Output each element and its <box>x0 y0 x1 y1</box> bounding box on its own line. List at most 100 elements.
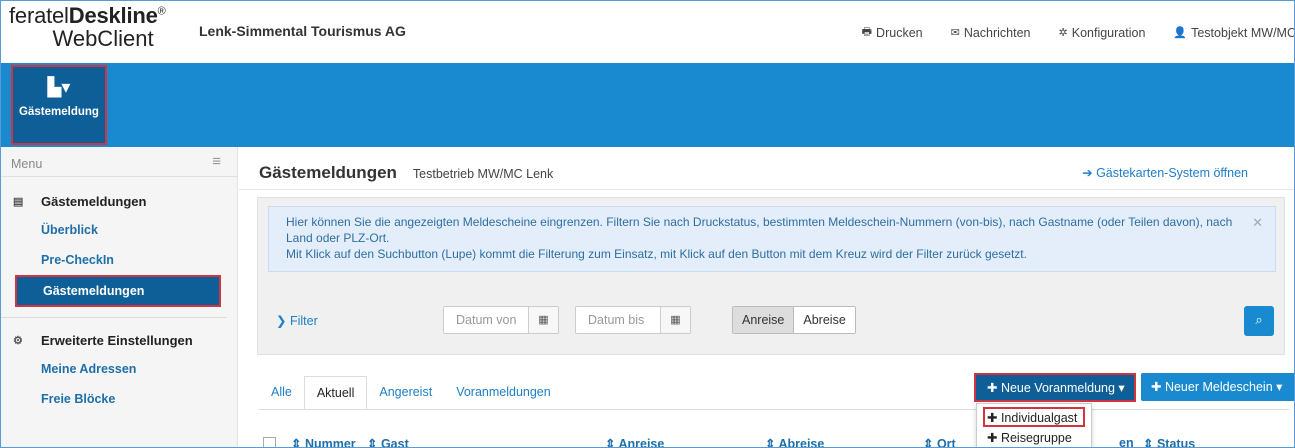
user-name: Testobjekt MW/MC <box>1191 25 1295 40</box>
column-header-partial[interactable]: en <box>1119 436 1134 448</box>
sidebar-item-my-addresses[interactable]: Meine Adressen <box>1 354 237 384</box>
logo-text-light: feratel <box>9 3 69 28</box>
sidebar-menu-header: Menu ≡ <box>1 147 237 177</box>
page-header: Gästemeldungen Testbetrieb MW/MC Lenk <box>259 163 553 183</box>
dropdown-item-label: Individualgast <box>1000 411 1078 425</box>
top-header: feratelDeskline® WebClient Lenk-Simmenta… <box>1 1 1295 63</box>
sidebar-section-advanced-settings: ⚙ Erweiterte Einstellungen <box>1 326 237 354</box>
print-link[interactable]: 🖶 Drucken <box>862 23 923 42</box>
module-button-label: Gästemeldung <box>19 106 99 118</box>
plus-icon: ✚ <box>987 381 1001 395</box>
info-text-2: Mit Klick auf den Suchbutton (Lupe) komm… <box>286 247 1027 261</box>
module-bar <box>1 63 1294 147</box>
messages-link-label: Nachrichten <box>963 25 1031 40</box>
calendar-icon[interactable]: ▦ <box>528 307 558 333</box>
search-icon: ⌕ <box>1255 312 1263 327</box>
sidebar-section-title: Gästemeldungen <box>41 193 147 209</box>
column-header-arrival[interactable]: ⇕ Anreise <box>605 436 665 448</box>
print-link-label: Drucken <box>876 25 923 40</box>
company-name: Lenk-Simmental Tourismus AG <box>199 23 406 39</box>
date-to-placeholder: Datum bis <box>588 313 645 327</box>
filter-row: ❯ Filter Datum von ▦ Datum bis ▦ Anreise… <box>258 306 1286 336</box>
new-pre-registration-button[interactable]: ✚ Neue Voranmeldung ▾ <box>974 373 1136 402</box>
header-divider <box>239 189 1294 190</box>
date-type-toggle: Anreise Abreise <box>732 306 856 334</box>
column-number-label: Nummer <box>304 437 356 448</box>
guest-card-system-link[interactable]: ➔ Gästekarten-System öffnen <box>1082 165 1248 180</box>
caret-down-icon: ▾ <box>1272 380 1283 394</box>
main-content: Gästemeldungen Testbetrieb MW/MC Lenk ➔ … <box>239 147 1294 448</box>
sidebar-item-guest-registrations[interactable]: Gästemeldungen <box>15 275 221 307</box>
documents-dropdown-icon: ▙▾ <box>47 77 71 97</box>
feratel-logo[interactable]: feratelDeskline® WebClient <box>9 5 166 50</box>
page-title: Gästemeldungen <box>259 163 397 182</box>
arrow-right-icon: ➔ <box>1082 166 1097 180</box>
filter-toggle-label: Filter <box>289 314 318 328</box>
column-arrival-label: Anreise <box>618 437 665 448</box>
configuration-link[interactable]: ✲ Konfiguration <box>1059 23 1146 42</box>
column-partial-label: en <box>1119 436 1134 448</box>
column-guest-label: Gast <box>380 437 409 448</box>
select-all-checkbox[interactable] <box>263 437 276 447</box>
plus-icon: ✚ <box>987 411 1001 425</box>
sidebar-divider <box>1 317 227 318</box>
date-from-placeholder: Datum von <box>456 313 517 327</box>
tab-current[interactable]: Aktuell <box>303 376 368 410</box>
column-header-status[interactable]: ⇕ Status <box>1143 436 1196 448</box>
departure-toggle[interactable]: Abreise <box>794 307 855 333</box>
table-header: ⇕ Nummer ⇕ Gast ⇕ Anreise ⇕ Abreise ⇕ Or… <box>259 436 1289 448</box>
logo-subtitle: WebClient <box>52 26 154 51</box>
new-pre-registration-label: Neue Voranmeldung <box>1000 381 1115 395</box>
hamburger-icon[interactable]: ≡ <box>212 153 221 170</box>
tab-bar: Alle Aktuell Angereist Voranmeldungen <box>259 376 563 410</box>
filter-toggle[interactable]: ❯ Filter <box>276 313 318 328</box>
cogs-icon: ⚙ <box>13 334 23 347</box>
gear-icon: ✲ <box>1058 27 1068 39</box>
tab-pre-registrations[interactable]: Voranmeldungen <box>444 376 563 410</box>
column-location-label: Ort <box>936 437 956 448</box>
column-header-number[interactable]: ⇕ Nummer <box>291 436 356 448</box>
chevron-right-icon: ❯ <box>276 314 290 328</box>
column-departure-label: Abreise <box>778 437 825 448</box>
top-nav: 🖶 Drucken ✉ Nachrichten ✲ Konfiguration 👤 Te… <box>834 23 1295 42</box>
user-icon: 👤 <box>1173 27 1188 39</box>
envelope-icon: ✉ <box>950 27 960 39</box>
caret-down-icon: ▾ <box>1114 381 1125 395</box>
app-window: feratelDeskline® WebClient Lenk-Simmenta… <box>0 0 1295 448</box>
search-button[interactable]: ⌕ <box>1244 306 1274 336</box>
info-alert: Hier können Sie die angezeigten Meldesch… <box>268 206 1276 272</box>
filter-panel: Hier können Sie die angezeigten Meldesch… <box>257 197 1285 355</box>
plus-icon: ✚ <box>1151 380 1165 394</box>
sidebar-item-overview[interactable]: Überblick <box>1 215 237 245</box>
arrival-toggle[interactable]: Anreise <box>733 307 795 333</box>
guest-card-system-link-label: Gästekarten-System öffnen <box>1096 166 1248 180</box>
dropdown-item-individual-guest[interactable]: ✚ Individualgast <box>983 407 1085 427</box>
page-subtitle: Testbetrieb MW/MC Lenk <box>412 167 554 181</box>
guest-registration-module-button[interactable]: ▙▾ Gästemeldung <box>11 65 107 145</box>
calendar-icon[interactable]: ▦ <box>660 307 690 333</box>
sidebar: Menu ≡ ▤ Gästemeldungen Überblick Pre-Ch… <box>1 147 238 447</box>
info-text-1: Hier können Sie die angezeigten Meldesch… <box>286 215 1233 245</box>
sidebar-section-guest-registrations: ▤ Gästemeldungen <box>1 187 237 215</box>
sidebar-item-free-blocks[interactable]: Freie Blöcke <box>1 384 237 414</box>
column-header-location[interactable]: ⇕ Ort <box>923 436 956 448</box>
logo-text-bold: Deskline <box>68 3 158 28</box>
sidebar-item-pre-checkin[interactable]: Pre-CheckIn <box>1 245 237 275</box>
new-registration-form-button[interactable]: ✚ Neuer Meldeschein ▾ <box>1141 373 1294 401</box>
column-header-guest[interactable]: ⇕ Gast <box>367 436 409 448</box>
close-icon[interactable]: ✕ <box>1252 215 1263 231</box>
messages-link[interactable]: ✉ Nachrichten <box>951 23 1031 42</box>
logo-registered-mark: ® <box>157 5 166 18</box>
date-from-field[interactable]: Datum von ▦ <box>443 306 559 334</box>
date-to-field[interactable]: Datum bis ▦ <box>575 306 691 334</box>
user-menu[interactable]: 👤 Testobjekt MW/MC <box>1173 23 1295 42</box>
column-header-departure[interactable]: ⇕ Abreise <box>765 436 825 448</box>
tab-arrived[interactable]: Angereist <box>367 376 444 410</box>
configuration-link-label: Konfiguration <box>1071 25 1146 40</box>
column-status-label: Status <box>1156 437 1196 448</box>
new-registration-form-label: Neuer Meldeschein <box>1164 380 1273 394</box>
tab-divider <box>259 409 1289 410</box>
tab-all[interactable]: Alle <box>259 376 304 410</box>
list-icon: ▤ <box>13 195 24 208</box>
sidebar-section-title: Erweiterte Einstellungen <box>41 332 193 348</box>
